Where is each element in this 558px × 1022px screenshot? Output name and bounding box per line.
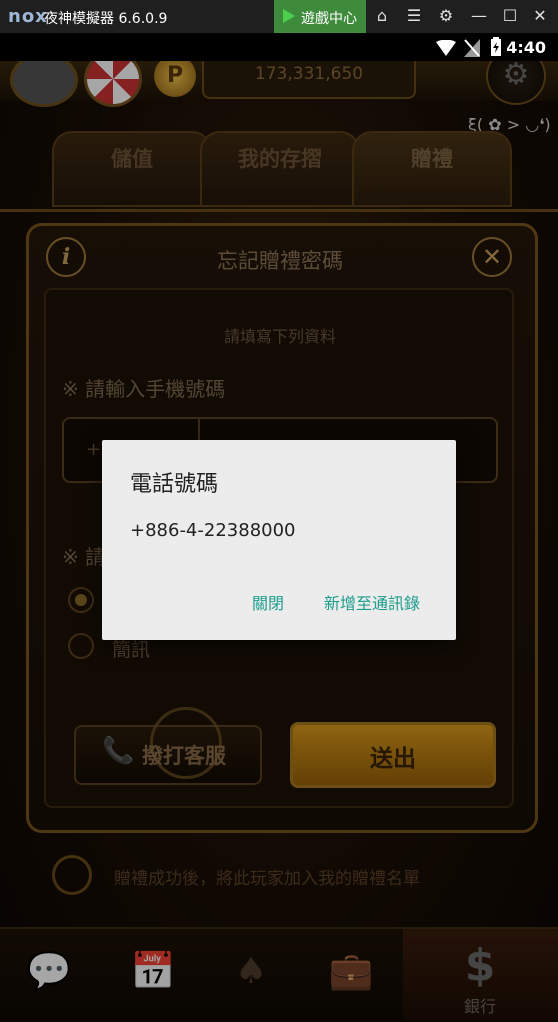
- clock: 4:40: [506, 38, 546, 57]
- minimize-icon[interactable]: —: [468, 6, 490, 26]
- close-icon[interactable]: ✕: [529, 6, 551, 26]
- phone-number-text: +886-4-22388000: [130, 520, 296, 541]
- game-center-button[interactable]: 遊戲中心: [274, 0, 366, 33]
- emulator-title-bar: nox 夜神模擬器 6.6.0.9 遊戲中心 ⌂ ☰ ⚙ — ☐ ✕: [0, 0, 558, 33]
- menu-icon[interactable]: ☰: [403, 6, 425, 26]
- phone-dialog-title: 電話號碼: [130, 472, 219, 497]
- add-to-contacts-button[interactable]: 新增至通訊錄: [318, 586, 426, 618]
- app-title: 夜神模擬器 6.6.0.9: [44, 11, 168, 27]
- wifi-icon: [436, 40, 456, 56]
- play-icon: [283, 9, 295, 23]
- game-center-label: 遊戲中心: [301, 11, 357, 27]
- battery-icon: [491, 37, 501, 56]
- gear-icon[interactable]: ⚙: [435, 6, 457, 26]
- android-status-bar: 4:40: [0, 33, 558, 61]
- nox-logo: nox: [8, 6, 48, 27]
- close-button[interactable]: 關閉: [246, 586, 290, 618]
- maximize-icon[interactable]: ☐: [499, 6, 521, 26]
- signal-icon: [464, 39, 480, 57]
- home-icon[interactable]: ⌂: [371, 6, 393, 26]
